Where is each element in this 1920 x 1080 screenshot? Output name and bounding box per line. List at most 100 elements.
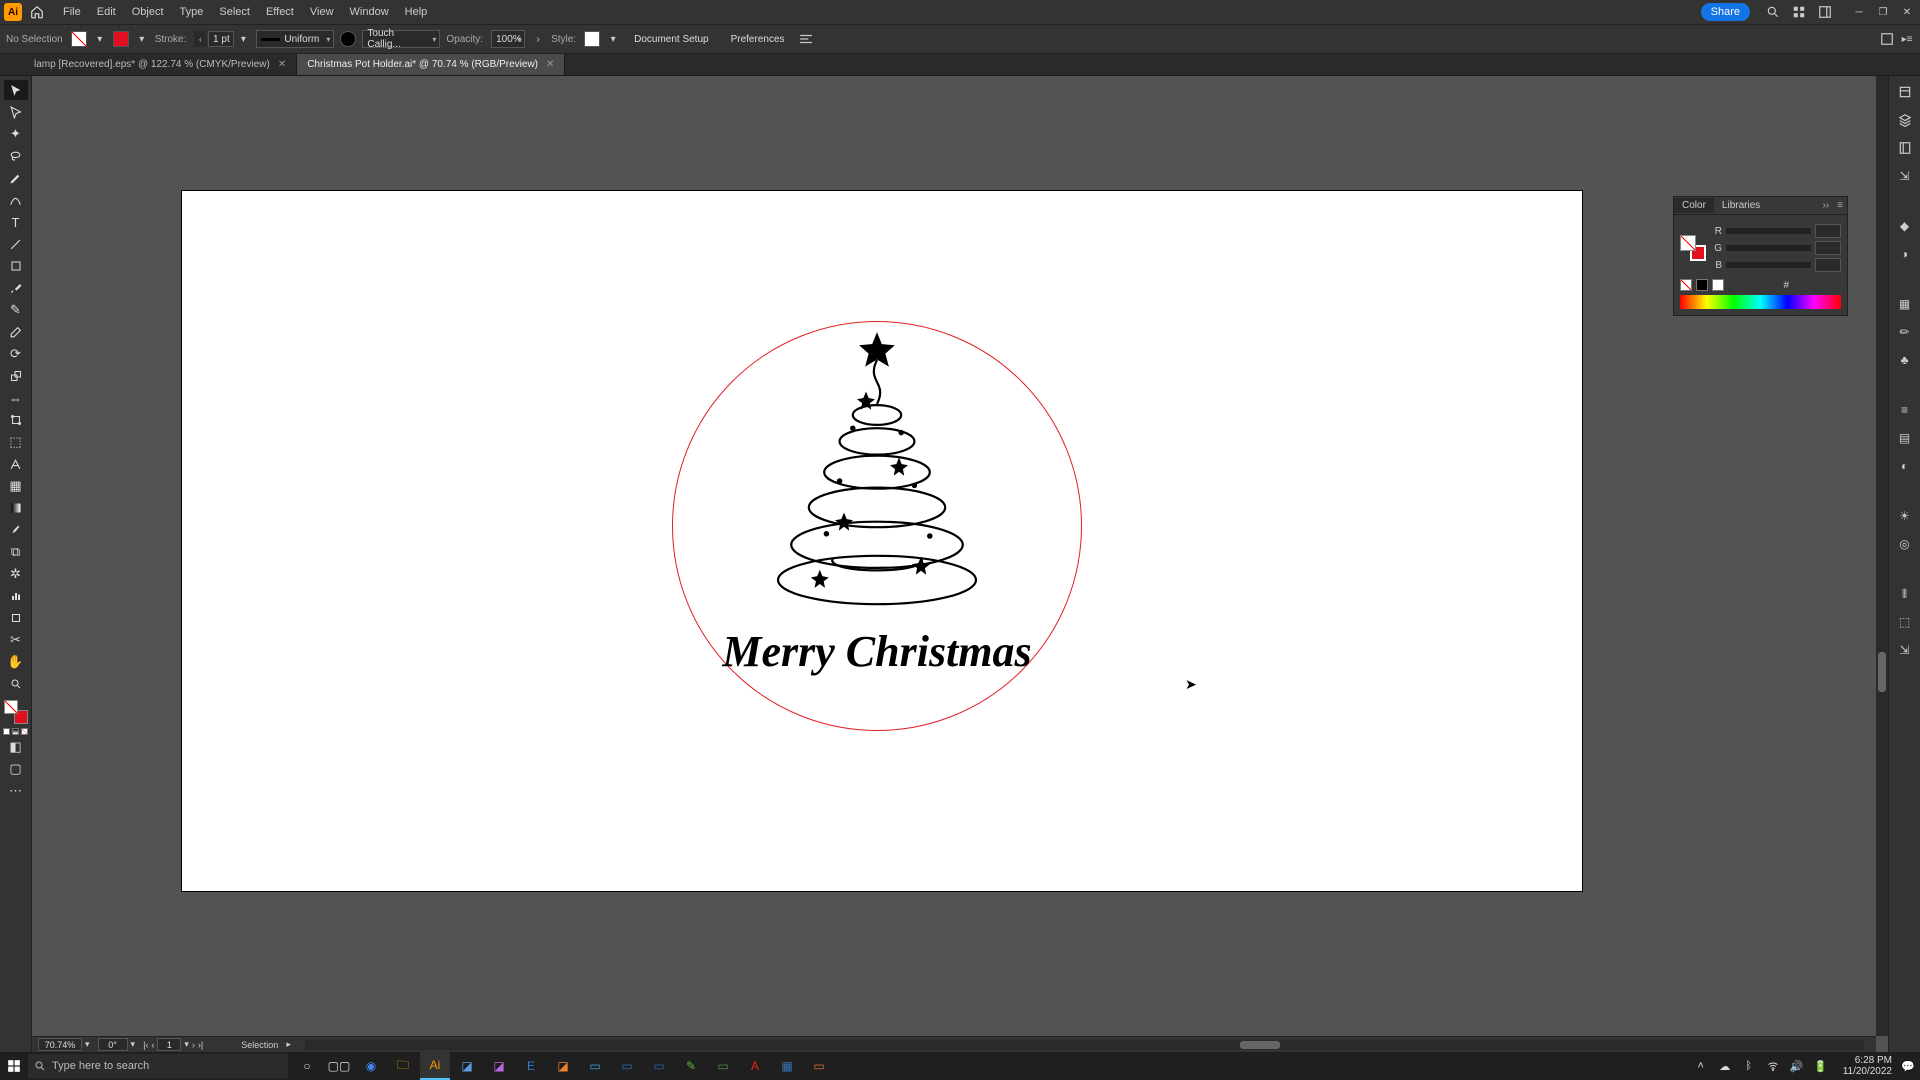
graphic-styles-icon[interactable]: ◎ — [1895, 534, 1915, 554]
g-slider[interactable] — [1726, 245, 1811, 251]
tool-slice[interactable]: ✂ — [4, 630, 28, 650]
wifi-icon[interactable] — [1765, 1058, 1781, 1074]
tool-rectangle[interactable] — [4, 256, 28, 276]
brushes-panel-icon[interactable]: ✏ — [1895, 322, 1915, 342]
tool-magic-wand[interactable]: ✦ — [4, 124, 28, 144]
menu-effect[interactable]: Effect — [259, 4, 301, 20]
tool-blend[interactable]: ⧉ — [4, 542, 28, 562]
bluetooth-icon[interactable]: ᛒ — [1741, 1058, 1757, 1074]
menu-file[interactable]: File — [56, 4, 88, 20]
app-icon[interactable]: ◪ — [548, 1052, 578, 1080]
gradient-panel-icon[interactable]: ▤ — [1895, 428, 1915, 448]
tool-width[interactable]: ⇔ — [4, 388, 28, 408]
chevron-down-icon[interactable]: ▾ — [236, 32, 250, 46]
app-icon[interactable]: ◪ — [452, 1052, 482, 1080]
artboard-index[interactable] — [157, 1038, 181, 1051]
menu-select[interactable]: Select — [212, 4, 257, 20]
black-swatch-icon[interactable] — [1696, 279, 1708, 291]
vertical-scrollbar[interactable] — [1876, 76, 1888, 1036]
file-explorer-icon[interactable]: 🗀 — [388, 1052, 418, 1080]
battery-icon[interactable]: 🔋 — [1813, 1058, 1829, 1074]
essentials-icon[interactable]: ▸≡ — [1900, 32, 1914, 46]
tool-perspective[interactable] — [4, 454, 28, 474]
align-panel-icon[interactable]: ⫴ — [1895, 584, 1915, 604]
share-button[interactable]: Share — [1701, 3, 1750, 21]
tool-lasso[interactable] — [4, 146, 28, 166]
tool-direct-selection[interactable] — [4, 102, 28, 122]
chevron-down-icon[interactable]: ▾ — [131, 1039, 136, 1050]
app-icon[interactable]: ▭ — [804, 1052, 834, 1080]
symbols-panel-icon[interactable]: ♣ — [1895, 350, 1915, 370]
menu-object[interactable]: Object — [125, 4, 171, 20]
close-button[interactable]: ✕ — [1898, 5, 1916, 19]
tab-libraries[interactable]: Libraries — [1714, 198, 1768, 213]
variable-width-profile[interactable]: Uniform — [256, 30, 334, 48]
menu-type[interactable]: Type — [173, 4, 211, 20]
artboard-next-icon[interactable]: › — [192, 1040, 195, 1050]
app-icon[interactable]: ▭ — [580, 1052, 610, 1080]
tab-color[interactable]: Color — [1674, 198, 1714, 213]
app-icon[interactable]: ▦ — [772, 1052, 802, 1080]
tool-scale[interactable] — [4, 366, 28, 386]
start-button[interactable] — [0, 1052, 28, 1080]
panel-menu-icon[interactable]: ≡ — [1833, 200, 1847, 211]
tool-shape-builder[interactable]: ⬚ — [4, 432, 28, 452]
align-flyout-icon[interactable] — [799, 32, 813, 46]
taskbar-clock[interactable]: 6:28 PM 11/20/2022 — [1843, 1055, 1892, 1077]
tool-paintbrush[interactable] — [4, 278, 28, 298]
menu-help[interactable]: Help — [398, 4, 435, 20]
status-flyout-icon[interactable]: ▸ — [286, 1039, 291, 1050]
fill-swatch[interactable] — [71, 31, 87, 47]
horizontal-scrollbar[interactable] — [305, 1040, 1864, 1050]
document-setup-button[interactable]: Document Setup — [626, 31, 717, 48]
illustrator-icon[interactable]: Ai — [420, 1052, 450, 1080]
acrobat-icon[interactable]: A — [740, 1052, 770, 1080]
stroke-weight-input[interactable] — [208, 31, 234, 47]
tool-line[interactable] — [4, 234, 28, 254]
tool-pen[interactable] — [4, 168, 28, 188]
tool-curvature[interactable] — [4, 190, 28, 210]
properties-panel-icon[interactable] — [1895, 82, 1915, 102]
collapse-icon[interactable]: ›› — [1818, 200, 1833, 211]
close-icon[interactable]: ✕ — [546, 59, 554, 70]
app-icon[interactable]: ▭ — [612, 1052, 642, 1080]
tool-type[interactable]: T — [4, 212, 28, 232]
transparency-panel-icon[interactable]: ◐ — [1895, 456, 1915, 476]
close-icon[interactable]: ✕ — [278, 59, 286, 70]
workspace-icon[interactable] — [1816, 3, 1834, 21]
tool-column-graph[interactable] — [4, 586, 28, 606]
canvas-area[interactable]: Merry Christmas ➤ Color Libraries ›› ≡ — [32, 76, 1888, 1052]
chevron-down-icon[interactable]: ▾ — [184, 1039, 189, 1050]
color-mode-icon[interactable] — [3, 728, 10, 735]
tool-rotate[interactable]: ⟳ — [4, 344, 28, 364]
rotate-input[interactable] — [98, 1038, 128, 1051]
tool-mesh[interactable]: ▦ — [4, 476, 28, 496]
pathfinder-panel-icon[interactable]: ⬚ — [1895, 612, 1915, 632]
gradient-mode-icon[interactable] — [12, 728, 19, 735]
notifications-icon[interactable]: 💬 — [1900, 1058, 1916, 1074]
step-down-icon[interactable]: ‹ — [194, 31, 206, 47]
scroll-thumb[interactable] — [1878, 652, 1886, 692]
g-input[interactable] — [1815, 241, 1841, 255]
artboard-first-icon[interactable]: |‹ — [143, 1040, 148, 1050]
minimize-button[interactable]: ─ — [1850, 5, 1868, 19]
tool-artboard[interactable] — [4, 608, 28, 628]
color-panel-icon[interactable]: ◆ — [1895, 216, 1915, 236]
scroll-thumb[interactable] — [1240, 1041, 1280, 1049]
tool-free-transform[interactable] — [4, 410, 28, 430]
menu-edit[interactable]: Edit — [90, 4, 123, 20]
r-slider[interactable] — [1726, 228, 1811, 234]
transform-panel-icon[interactable]: ⇲ — [1895, 640, 1915, 660]
swatches-panel-icon[interactable]: ▦ — [1895, 294, 1915, 314]
chevron-down-icon[interactable]: ▾ — [606, 32, 620, 46]
taskbar-search[interactable]: Type here to search — [28, 1054, 288, 1078]
volume-icon[interactable]: 🔊 — [1789, 1058, 1805, 1074]
b-input[interactable] — [1815, 258, 1841, 272]
brush-definition[interactable]: Touch Callig... — [362, 30, 440, 48]
white-swatch-icon[interactable] — [1712, 279, 1724, 291]
menu-window[interactable]: Window — [343, 4, 396, 20]
arrange-icon[interactable] — [1790, 3, 1808, 21]
layers-panel-icon[interactable] — [1895, 110, 1915, 130]
zoom-input[interactable] — [38, 1038, 82, 1051]
graphic-style-swatch[interactable] — [584, 31, 600, 47]
